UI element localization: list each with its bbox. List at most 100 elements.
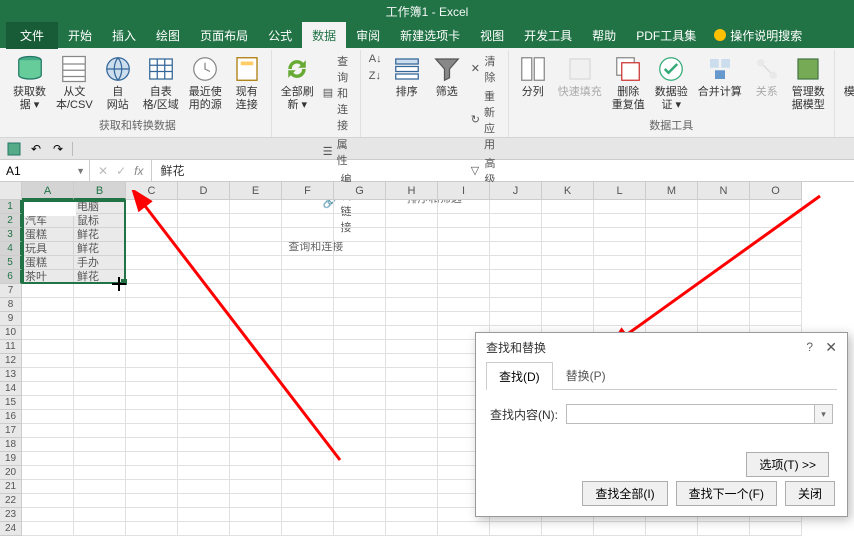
cell[interactable] — [282, 228, 334, 242]
cell[interactable] — [22, 340, 74, 354]
whatif-button[interactable]: ? 模拟分析 ▾ — [841, 52, 854, 114]
cell[interactable] — [22, 284, 74, 298]
row-header[interactable]: 6 — [0, 270, 22, 284]
cell[interactable] — [126, 522, 178, 536]
fx-icon[interactable]: fx — [134, 164, 143, 178]
cell[interactable] — [386, 396, 438, 410]
tab-review[interactable]: 审阅 — [346, 22, 390, 49]
cell[interactable] — [386, 368, 438, 382]
find-next-button[interactable]: 查找下一个(F) — [676, 481, 777, 506]
column-header[interactable]: E — [230, 182, 282, 200]
column-header[interactable]: D — [178, 182, 230, 200]
cell[interactable] — [74, 298, 126, 312]
cell[interactable] — [230, 368, 282, 382]
cell[interactable] — [490, 298, 542, 312]
cell[interactable] — [386, 452, 438, 466]
cell[interactable] — [542, 312, 594, 326]
column-header[interactable]: J — [490, 182, 542, 200]
cell[interactable] — [282, 424, 334, 438]
cell[interactable] — [126, 298, 178, 312]
cell[interactable] — [126, 466, 178, 480]
cell[interactable]: 汽车 — [22, 214, 74, 228]
column-header[interactable]: A — [22, 182, 74, 200]
cell[interactable] — [334, 200, 386, 214]
tab-insert[interactable]: 插入 — [102, 22, 146, 49]
cell[interactable] — [386, 200, 438, 214]
cell[interactable] — [750, 228, 802, 242]
cell[interactable] — [386, 326, 438, 340]
cell[interactable] — [750, 284, 802, 298]
cell[interactable] — [438, 522, 490, 536]
cell[interactable] — [438, 200, 490, 214]
cell[interactable] — [126, 396, 178, 410]
cell[interactable]: 蛋糕 — [22, 228, 74, 242]
cell[interactable] — [698, 228, 750, 242]
cell[interactable] — [646, 270, 698, 284]
from-csv-button[interactable]: 从文 本/CSV — [53, 52, 96, 114]
filter-button[interactable]: 筛选 — [429, 52, 465, 101]
cell[interactable] — [750, 522, 802, 536]
cell[interactable] — [178, 270, 230, 284]
cell[interactable] — [334, 480, 386, 494]
cell[interactable] — [22, 452, 74, 466]
cell[interactable] — [490, 284, 542, 298]
cell[interactable] — [334, 438, 386, 452]
cell[interactable] — [126, 270, 178, 284]
cell[interactable] — [230, 298, 282, 312]
cell[interactable] — [282, 214, 334, 228]
cell[interactable] — [386, 298, 438, 312]
cell[interactable] — [74, 424, 126, 438]
cell[interactable]: 鲜花 — [74, 228, 126, 242]
cell[interactable] — [282, 466, 334, 480]
cell[interactable] — [282, 284, 334, 298]
row-header[interactable]: 8 — [0, 298, 22, 312]
cell[interactable] — [126, 410, 178, 424]
row-header[interactable]: 7 — [0, 284, 22, 298]
cell[interactable] — [74, 410, 126, 424]
cancel-icon[interactable]: ✕ — [98, 164, 108, 178]
cell[interactable] — [282, 368, 334, 382]
cell[interactable] — [542, 270, 594, 284]
cell[interactable] — [334, 256, 386, 270]
cell[interactable] — [698, 214, 750, 228]
cell[interactable] — [126, 452, 178, 466]
cell[interactable] — [22, 382, 74, 396]
find-all-button[interactable]: 查找全部(I) — [582, 481, 667, 506]
column-header[interactable]: C — [126, 182, 178, 200]
cell[interactable]: 鲜花 — [74, 242, 126, 256]
tab-formulas[interactable]: 公式 — [258, 22, 302, 49]
row-header[interactable]: 22 — [0, 494, 22, 508]
cell[interactable] — [386, 340, 438, 354]
cell[interactable] — [178, 200, 230, 214]
cell[interactable] — [334, 298, 386, 312]
cell[interactable] — [178, 424, 230, 438]
cell[interactable] — [542, 228, 594, 242]
data-validation-button[interactable]: 数据验 证 ▾ — [652, 52, 691, 114]
cell[interactable] — [386, 466, 438, 480]
cell[interactable] — [542, 256, 594, 270]
cell[interactable] — [386, 410, 438, 424]
cell[interactable] — [22, 466, 74, 480]
cell[interactable] — [490, 228, 542, 242]
cell[interactable] — [750, 200, 802, 214]
confirm-icon[interactable]: ✓ — [116, 164, 126, 178]
cell[interactable] — [594, 270, 646, 284]
find-input[interactable] — [566, 404, 815, 424]
cell[interactable] — [646, 200, 698, 214]
cell[interactable] — [282, 452, 334, 466]
save-button[interactable] — [6, 141, 22, 157]
cell[interactable] — [490, 270, 542, 284]
cell[interactable] — [594, 242, 646, 256]
cell[interactable] — [230, 326, 282, 340]
cell[interactable] — [126, 368, 178, 382]
cell[interactable] — [594, 214, 646, 228]
column-header[interactable]: G — [334, 182, 386, 200]
cell[interactable] — [750, 312, 802, 326]
cell[interactable] — [386, 438, 438, 452]
cell[interactable] — [126, 480, 178, 494]
close-icon[interactable]: ✕ — [825, 339, 837, 356]
row-header[interactable]: 12 — [0, 354, 22, 368]
cell[interactable] — [178, 480, 230, 494]
cell[interactable] — [22, 298, 74, 312]
cell[interactable] — [22, 522, 74, 536]
